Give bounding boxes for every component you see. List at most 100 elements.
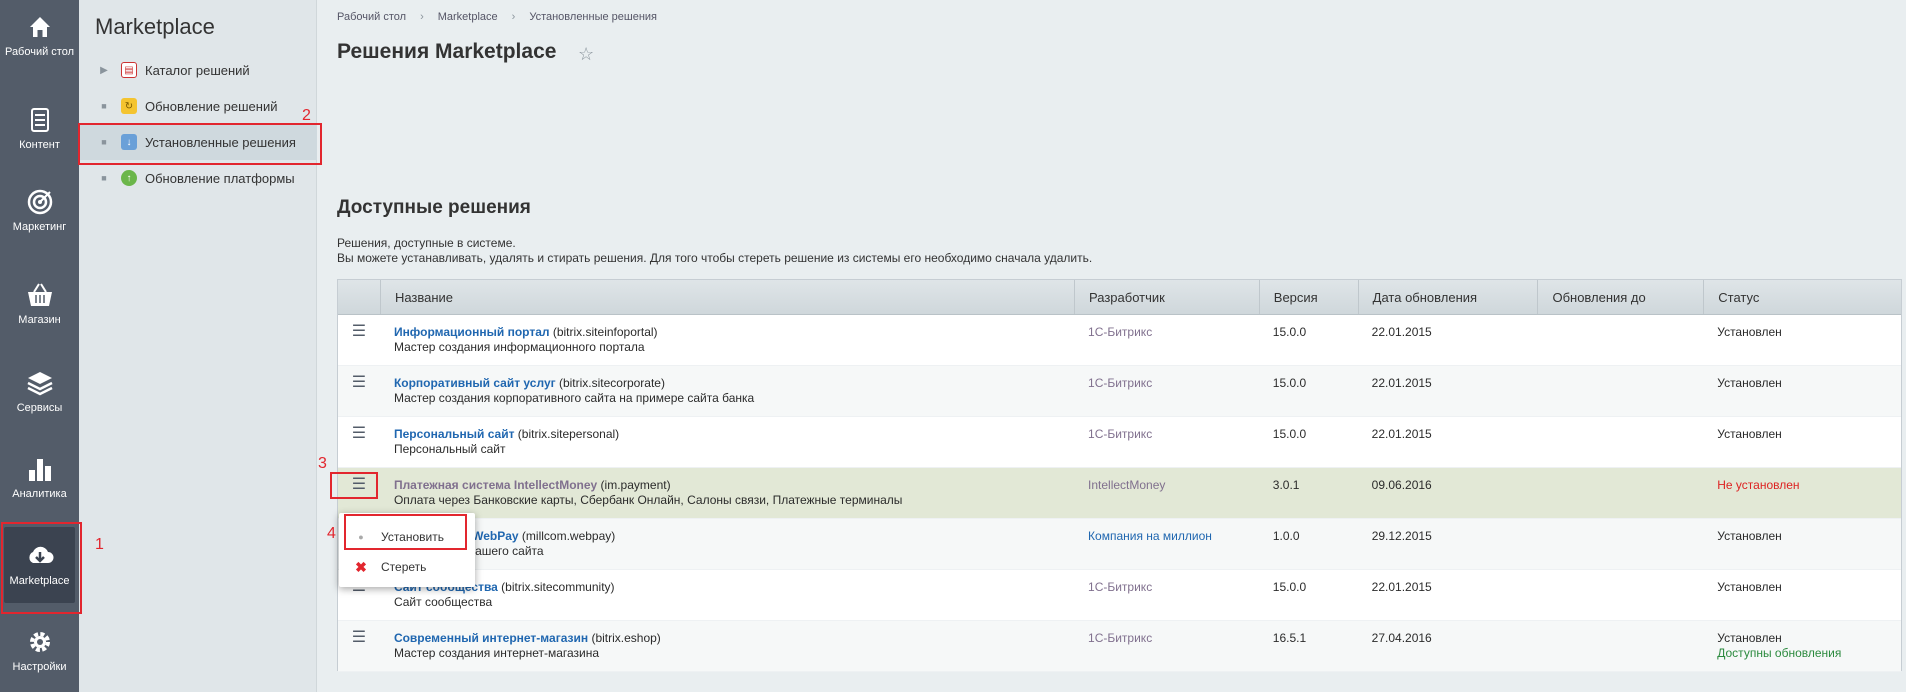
solution-name-link[interactable]: Платежная система IntellectMoney (394, 478, 597, 492)
basket-icon (27, 283, 52, 306)
row-menu-icon[interactable]: ☰ (352, 375, 366, 416)
developer-link[interactable]: 1С-Битрикс (1088, 631, 1152, 645)
solution-name-link[interactable]: Персональный сайт (394, 427, 515, 441)
solution-code: (bitrix.sitepersonal) (514, 427, 620, 441)
solution-name-link[interactable]: Корпоративный сайт услуг (394, 376, 556, 390)
breadcrumb-separator: › (511, 11, 516, 23)
header-version[interactable]: Версия (1258, 280, 1358, 314)
delete-icon: ✖ (355, 558, 367, 575)
annotation-number: 4 (327, 525, 336, 542)
date-cell: 22.01.2015 (1371, 580, 1432, 594)
updates-until-cell (1537, 519, 1703, 569)
install-menu-item[interactable]: ● Установить (339, 523, 475, 551)
install-label: Установить (381, 530, 444, 544)
menu-item-label: Обновление решений (145, 98, 278, 114)
annotation-number: 1 (95, 536, 104, 553)
row-menu-icon[interactable]: ☰ (352, 324, 366, 365)
rail-label: Настройки (12, 661, 67, 673)
rail-label: Магазин (18, 314, 61, 326)
section-menu: Marketplace ▶ ▤ Каталог решений ■ ↻ Обно… (79, 0, 317, 692)
rail-item-marketplace[interactable]: Marketplace (4, 527, 75, 603)
row-menu-icon[interactable]: ☰ (352, 426, 366, 467)
menu-item-installed[interactable]: ■ ↓ Установленные решения (79, 124, 317, 160)
update-icon: ↻ (121, 98, 137, 114)
updates-available-link[interactable]: Доступны обновления (1717, 646, 1841, 660)
menu-item-updates[interactable]: ■ ↻ Обновление решений (79, 88, 317, 124)
row-menu-icon[interactable]: ☰ (352, 477, 366, 518)
updates-until-cell (1537, 570, 1703, 620)
cloud-download-icon (28, 546, 54, 563)
version-cell: 15.0.0 (1272, 427, 1307, 441)
updates-until-cell (1537, 621, 1703, 671)
version-cell: 3.0.1 (1272, 478, 1300, 492)
updates-until-cell (1537, 417, 1703, 467)
solution-desc: Оплата через Банковские карты, Сбербанк … (393, 493, 903, 507)
developer-link[interactable]: 1С-Битрикс (1088, 325, 1152, 339)
status-text: Установлен (1717, 529, 1782, 543)
description-line: Решения, доступные в системе. (337, 236, 516, 250)
star-icon[interactable]: ☆ (578, 44, 598, 64)
rail-label: Маркетинг (12, 221, 67, 233)
status-text: Установлен (1717, 325, 1782, 339)
breadcrumb-item-desktop[interactable]: Рабочий стол (337, 11, 406, 23)
status-text: Установлен (1717, 631, 1782, 645)
header-status[interactable]: Статус (1703, 280, 1901, 314)
developer-link[interactable]: 1С-Битрикс (1088, 376, 1152, 390)
section-description: Решения, доступные в системе. Вы можете … (337, 236, 1092, 266)
solution-desc: Мастер создания корпоративного сайта на … (393, 391, 755, 405)
developer-link[interactable]: 1С-Битрикс (1088, 580, 1152, 594)
table-row: ☰ Современный интернет-магазин (bitrix.e… (338, 621, 1901, 672)
developer-link[interactable]: IntellectMoney (1088, 478, 1165, 492)
solution-desc: Персональный сайт (393, 442, 506, 456)
rail-label: Рабочий стол (4, 46, 75, 58)
header-developer[interactable]: Разработчик (1074, 280, 1259, 314)
table-header: Название Разработчик Версия Дата обновле… (338, 280, 1901, 315)
rail-item-shop[interactable]: Магазин (0, 280, 79, 326)
version-cell: 1.0.0 (1272, 529, 1300, 543)
breadcrumb-item-marketplace[interactable]: Marketplace (438, 11, 498, 23)
row-menu-icon[interactable]: ☰ (352, 630, 366, 671)
expand-arrow-icon[interactable]: ▶ (97, 65, 111, 76)
rail-label: Marketplace (9, 575, 70, 587)
version-cell: 15.0.0 (1272, 580, 1307, 594)
version-cell: 15.0.0 (1272, 376, 1307, 390)
header-name[interactable]: Название (379, 280, 1074, 314)
menu-item-catalog[interactable]: ▶ ▤ Каталог решений (79, 52, 317, 88)
rail-item-desktop[interactable]: Рабочий стол (0, 12, 79, 58)
annotation-number: 2 (302, 107, 311, 124)
rail-item-services[interactable]: Сервисы (0, 368, 79, 414)
date-cell: 27.04.2016 (1371, 631, 1432, 645)
breadcrumb-separator: › (420, 11, 424, 23)
date-cell: 22.01.2015 (1371, 325, 1432, 339)
solution-name-link[interactable]: Информационный портал (394, 325, 550, 339)
breadcrumb-item-installed[interactable]: Установленные решения (529, 11, 657, 23)
header-updates-until[interactable]: Обновления до (1537, 280, 1703, 314)
erase-menu-item[interactable]: ✖ Стереть (339, 553, 475, 581)
developer-link[interactable]: 1С-Битрикс (1088, 427, 1152, 441)
table-row: ☰ Информационный портал (bitrix.siteinfo… (338, 315, 1901, 366)
platform-update-icon: ↑ (121, 170, 137, 186)
solution-name-link[interactable]: Современный интернет-магазин (394, 631, 588, 645)
gear-icon (29, 632, 50, 652)
version-cell: 15.0.0 (1272, 325, 1307, 339)
date-cell: 29.12.2015 (1371, 529, 1432, 543)
developer-link[interactable]: Компания на миллион (1088, 529, 1212, 543)
bullet-icon: ■ (101, 173, 107, 183)
rail-item-content[interactable]: Контент (0, 105, 79, 151)
rail-item-settings[interactable]: Настройки (0, 627, 79, 673)
header-date[interactable]: Дата обновления (1357, 280, 1538, 314)
breadcrumb: Рабочий стол › Marketplace › Установленн… (337, 11, 657, 23)
bar-chart-icon (28, 459, 51, 481)
bullet-icon: ● (358, 532, 364, 542)
status-text: Не установлен (1717, 478, 1800, 492)
erase-label: Стереть (381, 560, 427, 574)
home-icon (29, 17, 50, 37)
table-row-selected: ☰ Платежная система IntellectMoney (im.p… (338, 468, 1901, 519)
menu-item-platform-update[interactable]: ■ ↑ Обновление платформы (79, 160, 317, 196)
installed-icon: ↓ (121, 134, 137, 150)
rail-item-analytics[interactable]: Аналитика (0, 454, 79, 500)
status-text: Установлен (1717, 427, 1782, 441)
catalog-icon: ▤ (121, 62, 137, 78)
solution-desc: Сайт сообщества (393, 595, 493, 609)
rail-item-marketing[interactable]: Маркетинг (0, 187, 79, 233)
